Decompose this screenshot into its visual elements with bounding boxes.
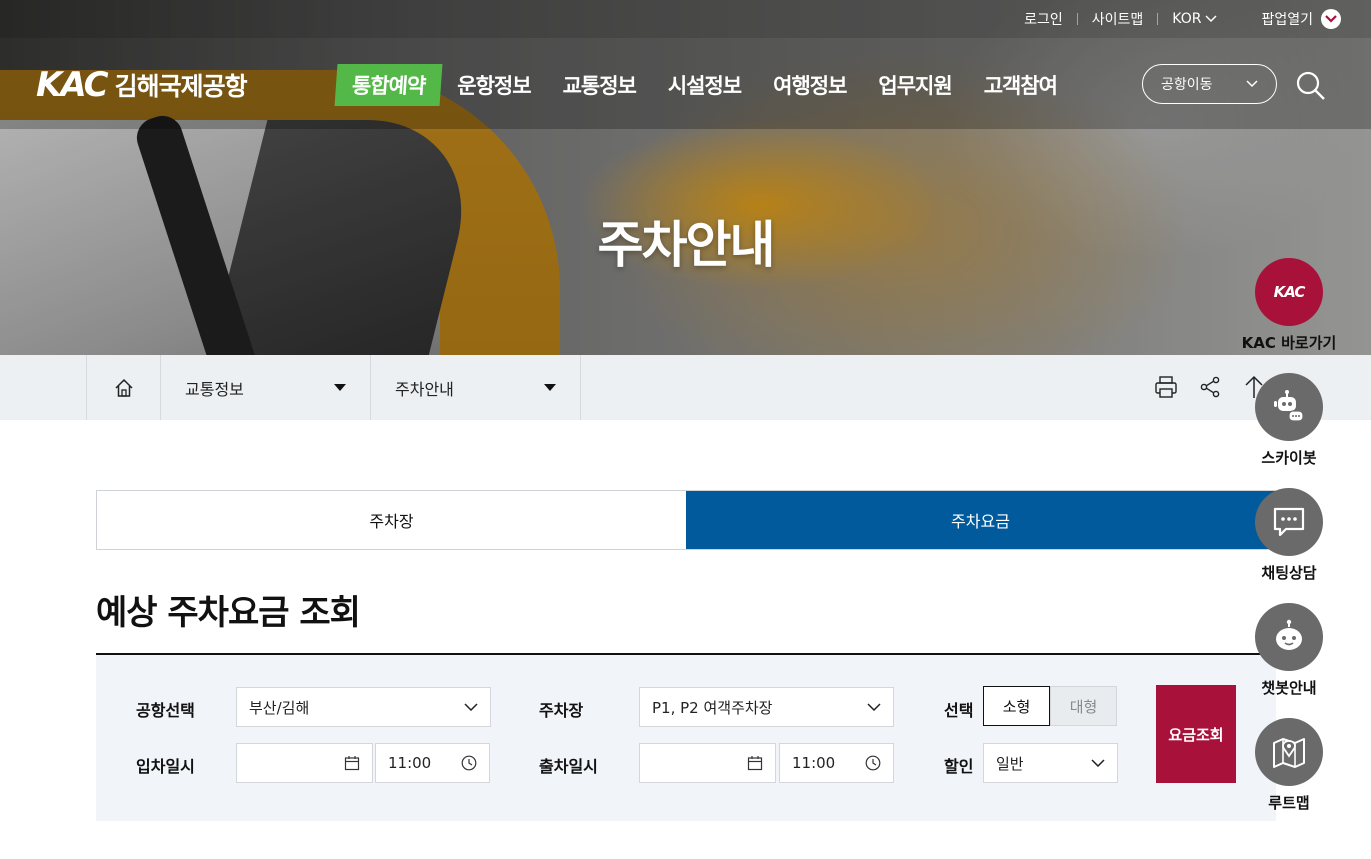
clock-icon (865, 755, 881, 771)
airport-name: 김해국제공항 (114, 72, 248, 101)
chevron-down-icon (1246, 80, 1258, 88)
fee-search-button[interactable]: 요금조회 (1156, 685, 1236, 783)
breadcrumb-level1-dropdown[interactable]: 교통정보 (161, 355, 371, 420)
print-button[interactable] (1152, 373, 1180, 401)
caret-down-icon (544, 384, 556, 391)
menu-integrated-booking[interactable]: 통합예약 (334, 64, 443, 106)
calendar-icon (344, 756, 360, 771)
size-small-option[interactable]: 소형 (983, 686, 1050, 726)
menu-business-support[interactable]: 업무지원 (862, 64, 967, 106)
skybot-icon (1255, 373, 1323, 441)
quick-route-map[interactable]: 루트맵 (1234, 718, 1344, 813)
search-icon[interactable] (1295, 70, 1327, 102)
quick-kac-link[interactable]: KAC KAC 바로가기 (1234, 258, 1344, 353)
discount-select[interactable]: 일반 (983, 743, 1118, 783)
quick-chatbot-guide[interactable]: 챗봇안내 (1234, 603, 1344, 698)
kac-logo-icon: KAC (1255, 258, 1323, 326)
exit-time-input[interactable]: 11:00 (779, 743, 894, 783)
popup-open-button[interactable]: 팝업열기 (1261, 9, 1341, 29)
breadcrumb: 교통정보 주차안내 (0, 355, 1371, 420)
discount-label: 할인 (944, 757, 974, 776)
parking-tabs: 주차장 주차요금 (96, 490, 1276, 550)
menu-customer[interactable]: 고객참여 (968, 64, 1073, 106)
tab-parking-lot[interactable]: 주차장 (97, 491, 686, 549)
airport-select[interactable]: 부산/김해 (236, 687, 491, 727)
chevron-down-icon (867, 703, 881, 711)
home-icon (114, 378, 133, 397)
caret-down-icon (334, 384, 346, 391)
menu-flight-info[interactable]: 운항정보 (441, 64, 546, 106)
menu-travel-info[interactable]: 여행정보 (757, 64, 862, 106)
main-navigation: KAC 김해국제공항 통합예약 운항정보 교통정보 시설정보 여행정보 업무지원… (0, 38, 1371, 129)
home-button[interactable] (86, 355, 161, 420)
chat-icon (1255, 488, 1323, 556)
entry-date-input[interactable] (236, 743, 373, 783)
parking-lot-label: 주차장 (539, 701, 584, 720)
hero-banner: 로그인 사이트맵 KOR 팝업열기 KAC 김해국제공항 통합예약 운항정보 교… (0, 0, 1371, 355)
exit-date-input[interactable] (639, 743, 776, 783)
kac-logo-mark: KAC (36, 65, 109, 105)
site-logo[interactable]: KAC 김해국제공항 (36, 65, 248, 105)
entry-datetime-label: 입차일시 (136, 757, 195, 776)
clock-icon (461, 755, 477, 771)
login-link[interactable]: 로그인 (1010, 9, 1077, 29)
chevron-down-icon (464, 703, 478, 711)
utility-bar: 로그인 사이트맵 KOR 팝업열기 (0, 0, 1371, 38)
size-large-option[interactable]: 대형 (1050, 686, 1117, 726)
calendar-icon (747, 756, 763, 771)
chevron-down-icon (1091, 759, 1105, 767)
page-title: 주차안내 (597, 216, 776, 274)
exit-datetime-label: 출차일시 (539, 757, 598, 776)
chatbot-icon (1255, 603, 1323, 671)
section-title: 예상 주차요금 조회 (96, 593, 361, 633)
tab-parking-fee[interactable]: 주차요금 (686, 491, 1275, 549)
print-icon (1155, 376, 1177, 398)
airport-move-select[interactable]: 공항이동 (1142, 64, 1277, 104)
airport-label: 공항선택 (136, 701, 195, 720)
parking-lot-select[interactable]: P1, P2 여객주차장 (639, 687, 894, 727)
share-icon (1200, 376, 1220, 398)
fee-estimate-form: 공항선택 부산/김해 주차장 P1, P2 여객주차장 선택 소형 대형 입차일… (96, 653, 1276, 821)
menu-transport-info[interactable]: 교통정보 (547, 64, 652, 106)
sitemap-link[interactable]: 사이트맵 (1078, 9, 1158, 29)
quick-chat-consult[interactable]: 채팅상담 (1234, 488, 1344, 583)
chevron-down-icon (1205, 15, 1217, 23)
vehicle-size-label: 선택 (944, 701, 974, 720)
entry-time-input[interactable]: 11:00 (375, 743, 490, 783)
gnb-menu: 통합예약 운항정보 교통정보 시설정보 여행정보 업무지원 고객참여 (334, 64, 1073, 106)
share-button[interactable] (1196, 373, 1224, 401)
language-select[interactable]: KOR (1158, 11, 1231, 27)
vehicle-size-toggle: 소형 대형 (983, 686, 1117, 726)
chevron-down-icon (1321, 9, 1341, 29)
quick-skybot[interactable]: 스카이봇 (1234, 373, 1344, 468)
menu-facility-info[interactable]: 시설정보 (652, 64, 757, 106)
breadcrumb-level2-dropdown[interactable]: 주차안내 (371, 355, 581, 420)
route-map-icon (1255, 718, 1323, 786)
